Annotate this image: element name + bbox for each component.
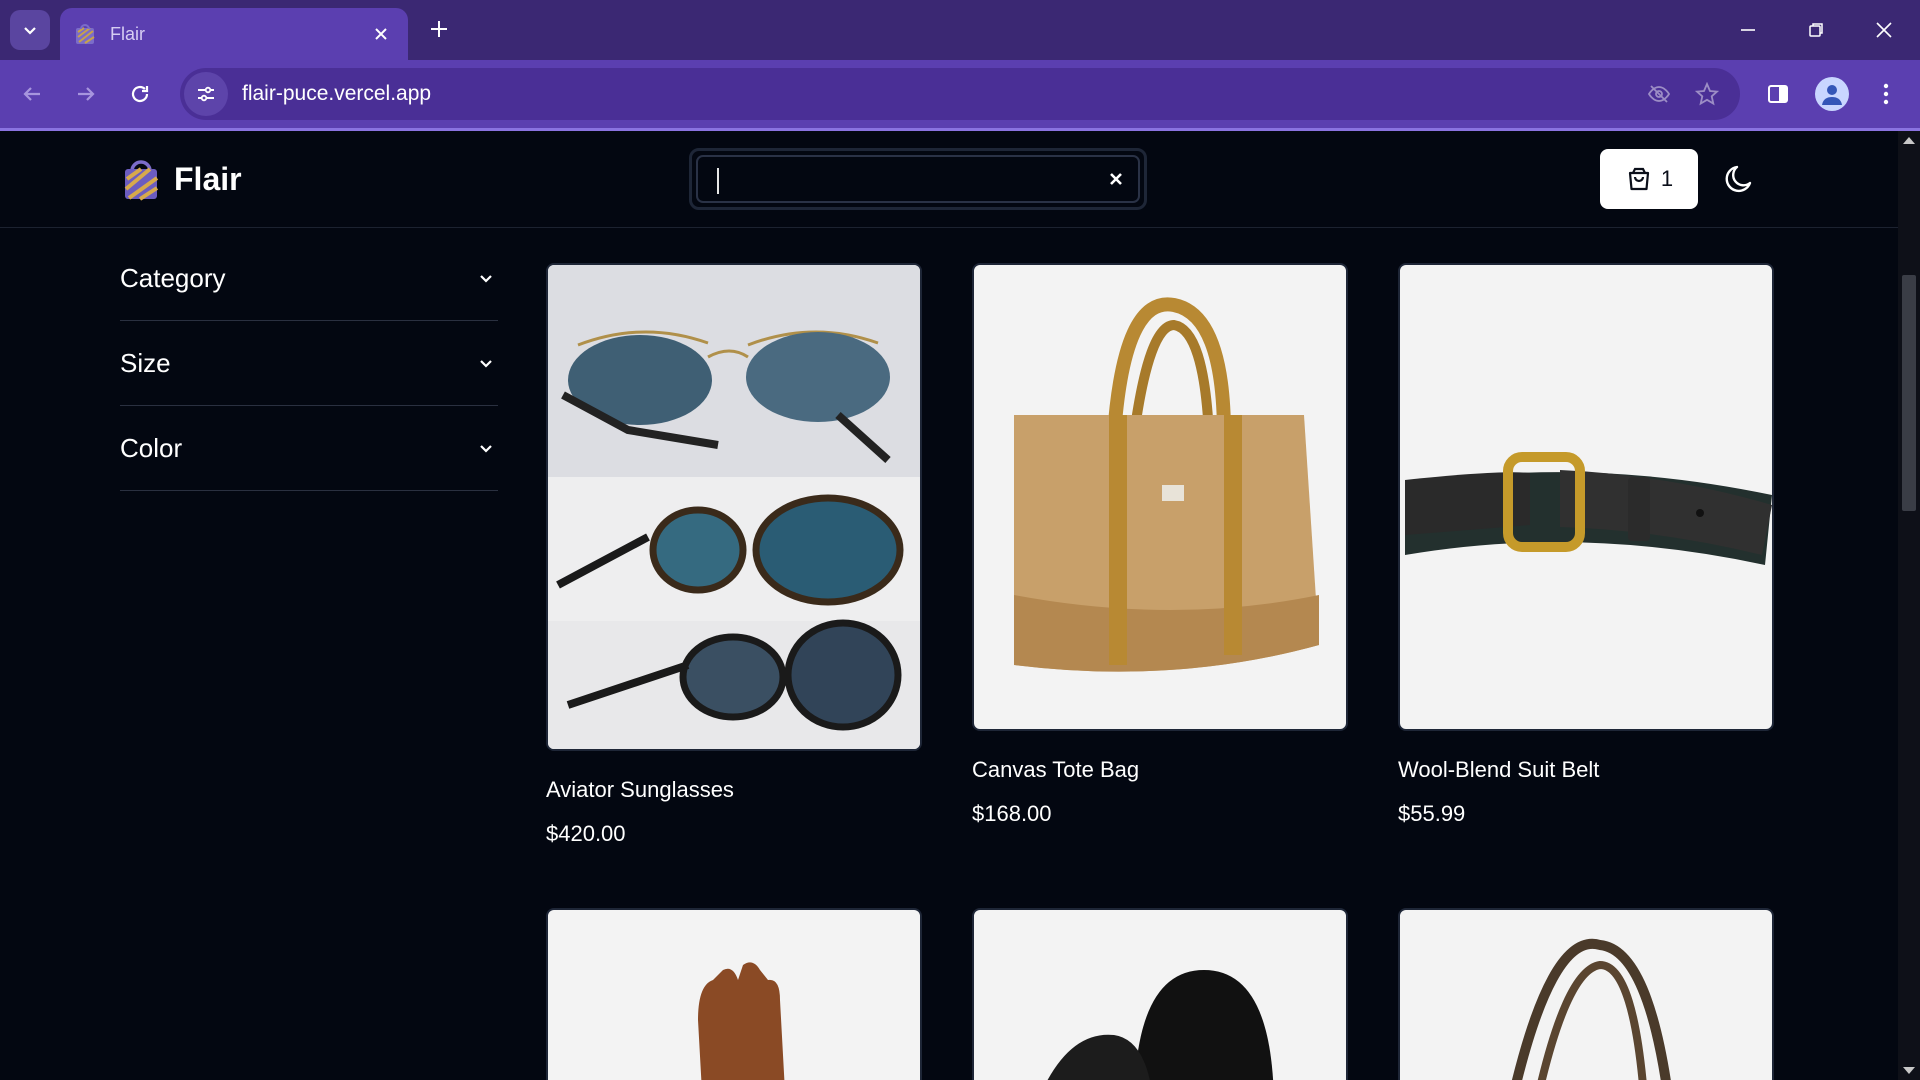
shopping-bag-icon — [1628, 167, 1649, 191]
product-image[interactable] — [972, 263, 1348, 731]
window-close-button[interactable] — [1850, 0, 1918, 60]
product-name[interactable]: Wool-Blend Suit Belt — [1398, 757, 1774, 783]
product-name[interactable]: Canvas Tote Bag — [972, 757, 1348, 783]
filter-label: Category — [120, 262, 226, 293]
eye-off-icon — [1647, 85, 1671, 103]
product-price: $168.00 — [972, 801, 1052, 826]
product-image[interactable] — [546, 263, 922, 751]
close-icon — [375, 28, 387, 40]
site-settings-button[interactable] — [184, 72, 228, 116]
chevron-down-icon — [474, 266, 498, 290]
browser-tab-strip: Flair — [0, 0, 1920, 60]
product-image[interactable] — [546, 908, 922, 1080]
tab-title: Flair — [110, 23, 145, 44]
menu-icon — [1883, 83, 1889, 105]
profile-icon — [1822, 85, 1842, 105]
profile-button[interactable] — [1812, 74, 1852, 114]
filter-label: Color — [120, 432, 183, 463]
url-text[interactable]: flair-puce.vercel.app — [242, 82, 1644, 106]
product-image[interactable] — [1398, 263, 1774, 731]
shopping-bag-logo-icon — [124, 160, 159, 201]
product-card[interactable]: Canvas Tote Bag $168.00 — [972, 263, 1348, 827]
scroll-down-arrow-icon[interactable] — [1903, 1067, 1915, 1074]
site-settings-icon — [198, 86, 214, 102]
product-card[interactable] — [546, 908, 922, 1080]
filter-panel: Category Size Color — [120, 236, 498, 491]
browser-tab[interactable]: Flair — [60, 8, 408, 60]
sidebar-icon — [1768, 85, 1788, 103]
forward-icon — [78, 87, 95, 101]
reload-button[interactable] — [120, 74, 160, 114]
chevron-down-icon — [24, 27, 36, 35]
filter-label: Size — [120, 347, 171, 378]
search-clear-button[interactable] — [1104, 167, 1128, 191]
minimize-icon — [1741, 29, 1755, 31]
filter-category[interactable]: Category — [120, 236, 498, 321]
chevron-down-icon — [474, 436, 498, 460]
search-input[interactable] — [712, 163, 1072, 193]
restore-icon — [1809, 23, 1823, 37]
filter-size[interactable]: Size — [120, 321, 498, 406]
page-scrollbar[interactable] — [1898, 131, 1920, 1080]
chevron-down-icon — [474, 351, 498, 375]
cart-count: 1 — [1660, 166, 1674, 191]
address-bar[interactable]: flair-puce.vercel.app — [180, 68, 1740, 120]
cart-button[interactable]: 1 — [1600, 149, 1698, 209]
browser-toolbar: flair-puce.vercel.app — [0, 60, 1920, 128]
product-name[interactable]: Aviator Sunglasses — [546, 777, 922, 803]
bookmark-button[interactable] — [1692, 79, 1722, 109]
forward-button[interactable] — [66, 74, 106, 114]
product-card[interactable]: Wool-Blend Suit Belt $55.99 — [1398, 263, 1774, 827]
product-price: $420.00 — [546, 821, 626, 846]
back-icon — [23, 87, 40, 101]
tab-search-button[interactable] — [10, 10, 50, 50]
close-icon — [1110, 173, 1122, 185]
restore-button[interactable] — [1782, 0, 1850, 60]
brand-link[interactable]: Flair — [122, 157, 242, 201]
side-panel-button[interactable] — [1758, 74, 1798, 114]
scrollbar-thumb[interactable] — [1902, 275, 1916, 511]
flair-favicon-icon — [76, 24, 95, 44]
product-card[interactable] — [972, 908, 1348, 1080]
product-image[interactable] — [1398, 908, 1774, 1080]
reload-icon — [131, 85, 149, 103]
minimize-button[interactable] — [1714, 0, 1782, 60]
search-box[interactable] — [689, 148, 1147, 210]
theme-toggle-button[interactable] — [1720, 155, 1760, 203]
product-image[interactable] — [972, 908, 1348, 1080]
close-icon — [1876, 22, 1892, 38]
product-card[interactable]: Aviator Sunglasses $420.00 — [546, 263, 922, 847]
product-price: $55.99 — [1398, 801, 1466, 826]
text-caret — [717, 168, 719, 194]
product-card[interactable] — [1398, 908, 1774, 1080]
avatar — [1815, 77, 1849, 111]
moon-icon — [1725, 165, 1752, 193]
brand-name: Flair — [174, 160, 242, 197]
filter-color[interactable]: Color — [120, 406, 498, 491]
browser-menu-button[interactable] — [1866, 74, 1906, 114]
tracking-protection-button[interactable] — [1644, 79, 1674, 109]
back-button[interactable] — [12, 74, 52, 114]
tab-close-button[interactable] — [368, 21, 394, 47]
page-content: Flair 1 Category Size Color Aviator Sung… — [0, 131, 1898, 1080]
new-tab-button[interactable] — [424, 14, 454, 44]
plus-icon — [431, 21, 447, 37]
star-icon — [1695, 82, 1719, 106]
site-header: Flair 1 — [0, 131, 1898, 228]
scroll-up-arrow-icon[interactable] — [1903, 137, 1915, 144]
